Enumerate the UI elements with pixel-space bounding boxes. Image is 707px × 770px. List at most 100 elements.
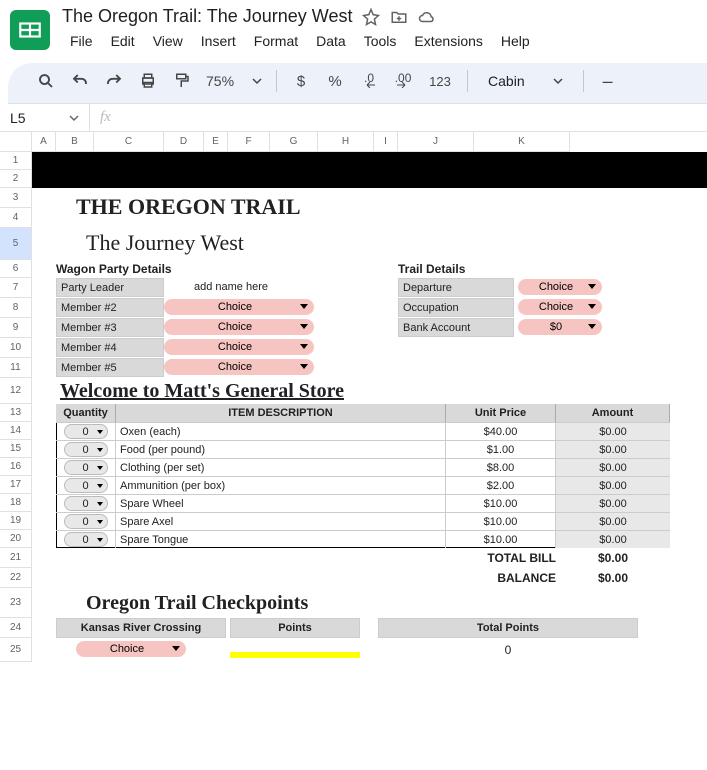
row-header-12[interactable]: 12 bbox=[0, 378, 31, 404]
redo-icon[interactable] bbox=[100, 67, 128, 95]
font-select[interactable]: Cabin bbox=[478, 73, 573, 89]
row-header-24[interactable]: 24 bbox=[0, 618, 31, 638]
store-amount-1: $0.00 bbox=[556, 440, 670, 458]
row-header-25[interactable]: 25 bbox=[0, 638, 31, 662]
spreadsheet-content[interactable]: THE OREGON TRAILThe Journey WestWagon Pa… bbox=[32, 152, 707, 662]
menu-file[interactable]: File bbox=[62, 29, 101, 53]
trail-label-0: Departure bbox=[398, 278, 514, 297]
menu-insert[interactable]: Insert bbox=[193, 29, 244, 53]
store-col-0: Quantity bbox=[56, 404, 116, 422]
row-header-4[interactable]: 4 bbox=[0, 208, 31, 228]
row-header-7[interactable]: 7 bbox=[0, 278, 31, 298]
col-header-E[interactable]: E bbox=[204, 132, 228, 151]
menu-help[interactable]: Help bbox=[493, 29, 538, 53]
row-header-16[interactable]: 16 bbox=[0, 458, 31, 476]
store-qty-6[interactable]: 0 bbox=[56, 530, 116, 548]
store-amount-5: $0.00 bbox=[556, 512, 670, 530]
currency-button[interactable]: $ bbox=[287, 67, 315, 95]
chk-col-3: Total Points bbox=[378, 618, 638, 638]
member-4-choice[interactable]: Choice bbox=[164, 359, 314, 375]
store-qty-1[interactable]: 0 bbox=[56, 440, 116, 458]
star-icon[interactable] bbox=[362, 8, 380, 26]
row-header-3[interactable]: 3 bbox=[0, 188, 31, 208]
member-3-choice[interactable]: Choice bbox=[164, 339, 314, 355]
col-header-C[interactable]: C bbox=[94, 132, 164, 151]
zoom-value: 75% bbox=[206, 73, 234, 89]
checkpoints-title: Oregon Trail Checkpoints bbox=[32, 592, 308, 615]
wagon-party-header: Wagon Party Details bbox=[56, 262, 172, 276]
col-header-J[interactable]: J bbox=[398, 132, 474, 151]
col-header-H[interactable]: H bbox=[318, 132, 374, 151]
store-desc-4: Spare Wheel bbox=[116, 494, 446, 512]
menu-extensions[interactable]: Extensions bbox=[406, 29, 490, 53]
row-header-2[interactable]: 2 bbox=[0, 170, 31, 188]
col-header-D[interactable]: D bbox=[164, 132, 204, 151]
font-size-decrease[interactable]: – bbox=[594, 67, 622, 95]
row-header-6[interactable]: 6 bbox=[0, 260, 31, 278]
doc-title[interactable]: The Oregon Trail: The Journey West bbox=[62, 6, 352, 27]
row-header-13[interactable]: 13 bbox=[0, 404, 31, 422]
row-header-8[interactable]: 8 bbox=[0, 298, 31, 318]
store-qty-0[interactable]: 0 bbox=[56, 422, 116, 440]
trail-value-1[interactable]: Choice bbox=[518, 299, 602, 315]
row-header-9[interactable]: 9 bbox=[0, 318, 31, 338]
chk-total-value: 0 bbox=[378, 643, 638, 657]
store-qty-3[interactable]: 0 bbox=[56, 476, 116, 494]
row-header-17[interactable]: 17 bbox=[0, 476, 31, 494]
menu-edit[interactable]: Edit bbox=[103, 29, 143, 53]
percent-button[interactable]: % bbox=[321, 67, 349, 95]
sheets-logo bbox=[10, 10, 50, 50]
undo-icon[interactable] bbox=[66, 67, 94, 95]
format-123-button[interactable]: 123 bbox=[423, 67, 457, 95]
col-header-K[interactable]: K bbox=[474, 132, 570, 151]
store-amount-4: $0.00 bbox=[556, 494, 670, 512]
store-qty-2[interactable]: 0 bbox=[56, 458, 116, 476]
store-qty-4[interactable]: 0 bbox=[56, 494, 116, 512]
row-header-21[interactable]: 21 bbox=[0, 548, 31, 568]
row-header-1[interactable]: 1 bbox=[0, 152, 31, 170]
col-header-A[interactable]: A bbox=[32, 132, 56, 151]
col-header-I[interactable]: I bbox=[374, 132, 398, 151]
print-icon[interactable] bbox=[134, 67, 162, 95]
move-icon[interactable] bbox=[390, 8, 408, 26]
menu-data[interactable]: Data bbox=[308, 29, 354, 53]
chk-choice[interactable]: Choice bbox=[76, 641, 186, 657]
store-qty-5[interactable]: 0 bbox=[56, 512, 116, 530]
row-header-14[interactable]: 14 bbox=[0, 422, 31, 440]
trail-value-0[interactable]: Choice bbox=[518, 279, 602, 295]
row-header-15[interactable]: 15 bbox=[0, 440, 31, 458]
select-all-corner[interactable] bbox=[0, 132, 32, 152]
row-header-19[interactable]: 19 bbox=[0, 512, 31, 530]
menu-view[interactable]: View bbox=[145, 29, 191, 53]
party-label-2: Member #3 bbox=[56, 318, 164, 337]
trail-value-2[interactable]: $0 bbox=[518, 319, 602, 335]
row-header-18[interactable]: 18 bbox=[0, 494, 31, 512]
search-icon[interactable] bbox=[32, 67, 60, 95]
col-header-G[interactable]: G bbox=[270, 132, 318, 151]
decrease-decimal-button[interactable]: .0 bbox=[355, 67, 383, 95]
row-headers: 1234567891011121314151617181920212223242… bbox=[0, 152, 32, 662]
row-header-22[interactable]: 22 bbox=[0, 568, 31, 588]
row-header-10[interactable]: 10 bbox=[0, 338, 31, 358]
row-header-5[interactable]: 5 bbox=[0, 228, 31, 260]
zoom-select[interactable]: 75% bbox=[202, 73, 266, 89]
paint-format-icon[interactable] bbox=[168, 67, 196, 95]
row-header-11[interactable]: 11 bbox=[0, 358, 31, 378]
col-header-F[interactable]: F bbox=[228, 132, 270, 151]
name-box[interactable]: L5 bbox=[0, 104, 90, 131]
menu-tools[interactable]: Tools bbox=[356, 29, 405, 53]
increase-decimal-button[interactable]: .00 bbox=[389, 67, 417, 95]
party-leader-value[interactable]: add name here bbox=[194, 281, 268, 293]
member-2-choice[interactable]: Choice bbox=[164, 319, 314, 335]
member-1-choice[interactable]: Choice bbox=[164, 299, 314, 315]
col-header-B[interactable]: B bbox=[56, 132, 94, 151]
store-amount-0: $0.00 bbox=[556, 422, 670, 440]
row-header-23[interactable]: 23 bbox=[0, 588, 31, 618]
trail-label-2: Bank Account bbox=[398, 318, 514, 337]
row-header-20[interactable]: 20 bbox=[0, 530, 31, 548]
store-desc-1: Food (per pound) bbox=[116, 440, 446, 458]
trail-label-1: Occupation bbox=[398, 298, 514, 317]
menu-format[interactable]: Format bbox=[246, 29, 306, 53]
store-desc-5: Spare Axel bbox=[116, 512, 446, 530]
cloud-icon[interactable] bbox=[418, 8, 436, 26]
